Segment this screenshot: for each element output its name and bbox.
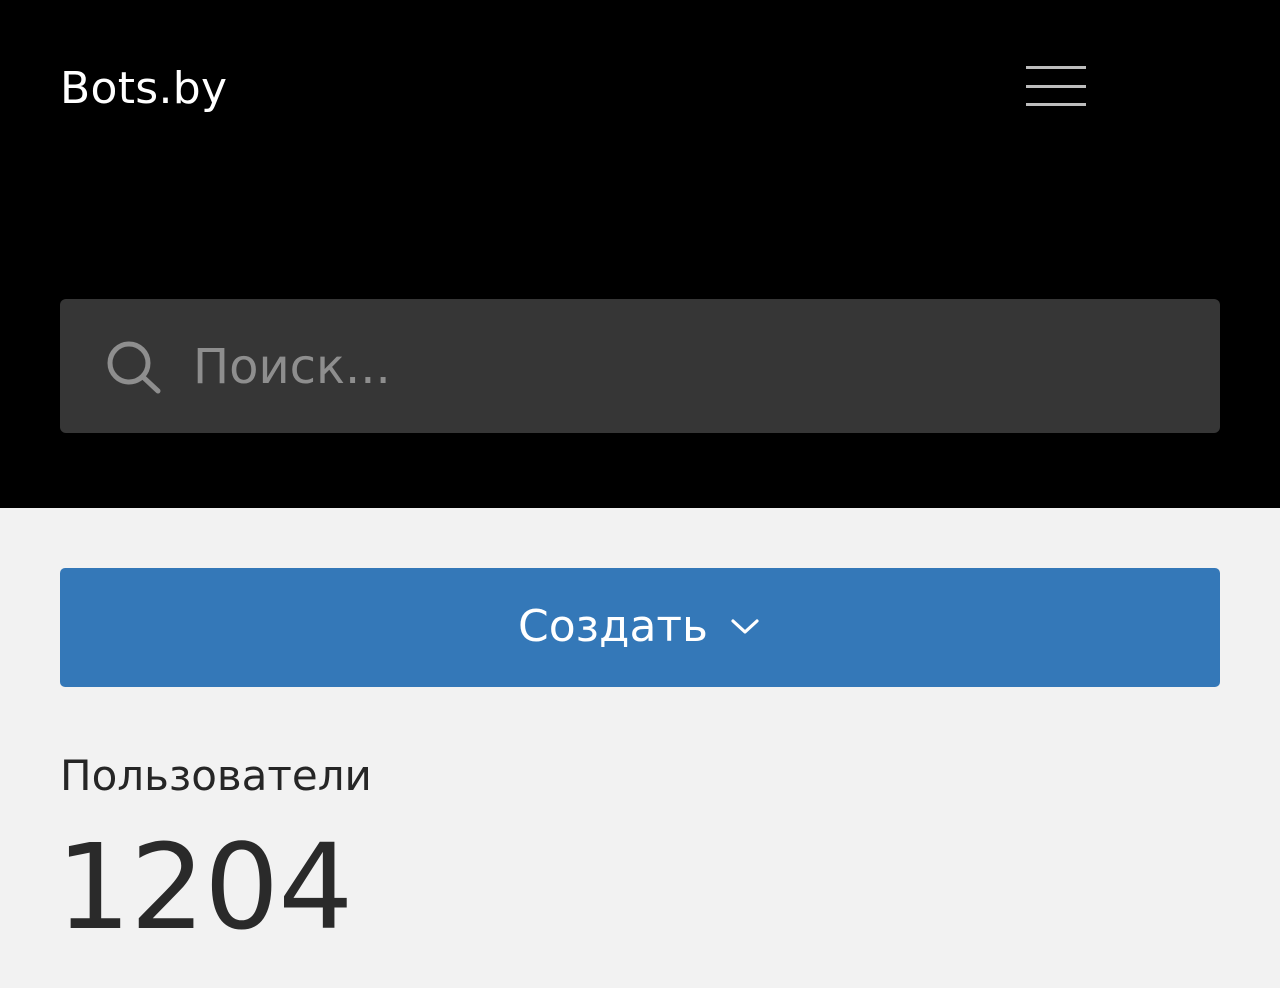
hamburger-line <box>1026 85 1086 88</box>
hamburger-line <box>1026 66 1086 69</box>
users-stat-value: 1204 <box>56 818 353 956</box>
users-stat-label: Пользователи <box>60 751 372 800</box>
create-button-label: Создать <box>518 601 708 652</box>
chevron-down-icon <box>731 619 759 634</box>
hamburger-line <box>1026 103 1086 106</box>
hamburger-icon[interactable] <box>1018 56 1094 118</box>
create-button[interactable]: Создать <box>60 568 1220 687</box>
site-header: Bots.by <box>0 0 1280 508</box>
search-input[interactable] <box>193 329 1183 405</box>
site-logo[interactable]: Bots.by <box>60 62 227 116</box>
search-icon <box>107 341 161 394</box>
